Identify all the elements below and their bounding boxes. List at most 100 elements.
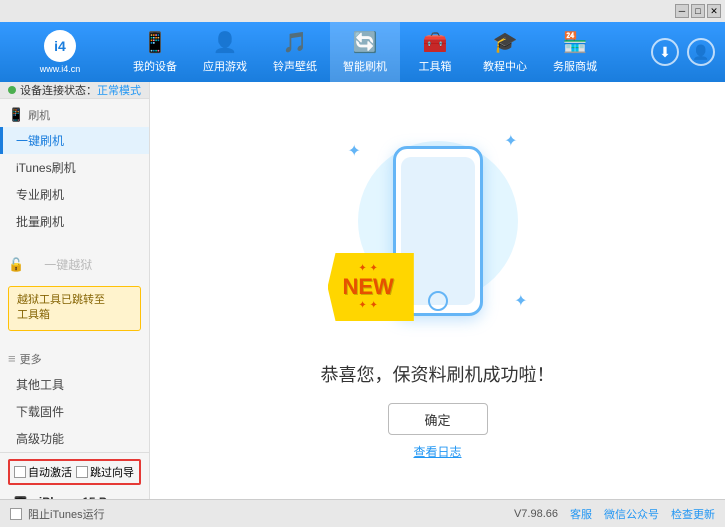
sidebar-one-key-flash[interactable]: 一键刷机 [0,127,149,154]
titlebar-maximize[interactable]: □ [691,4,705,18]
status-indicator [8,86,16,94]
titlebar-close[interactable]: ✕ [707,4,721,18]
download-button[interactable]: ⬇ [651,38,679,66]
guided-restore-label: 跳过向导 [90,464,134,480]
sidebar-pro-flash[interactable]: 专业刷机 [0,181,149,208]
toolbox-icon: 🧰 [423,30,448,55]
log-link[interactable]: 查看日志 [413,443,461,460]
download-firmware-label: 下载固件 [16,403,64,420]
itunes-flash-label: iTunes刷机 [16,159,76,176]
titlebar: ─ □ ✕ [0,0,725,22]
nav-service[interactable]: 🏪 务服商城 [540,22,610,82]
auto-activate-checkbox-item[interactable]: 自动激活 [14,464,72,480]
ribbon-stars-top: ✦ ✦ [358,263,378,274]
jailbreak-section: 🔓 一键越狱 越狱工具已跳转至工具箱 [0,247,149,335]
batch-flash-label: 批量刷机 [16,213,64,230]
statusbar-right: V7.98.66 客服 微信公众号 检查更新 [514,506,715,522]
nav-my-device[interactable]: 📱 我的设备 [120,22,190,82]
wechat-link[interactable]: 微信公众号 [604,506,659,522]
sidebar-other-tools[interactable]: 其他工具 [0,371,149,398]
logo-area: i4 www.i4.cn [0,22,120,82]
new-ribbon: ✦ ✦ NEW ✦ ✦ [328,253,414,321]
service-icon: 🏪 [563,30,588,55]
ribbon-stars-bottom: ✦ ✦ [358,300,378,311]
nav-smart-flash[interactable]: 🔄 智能刷机 [330,22,400,82]
jailbreak-label: 一键越狱 [28,251,108,278]
phone-home-button [428,291,448,311]
check-update-link[interactable]: 检查更新 [671,506,715,522]
advanced-label: 高级功能 [16,430,64,447]
sidebar-download-firmware[interactable]: 下载固件 [0,398,149,425]
jailbreak-warning: 越狱工具已跳转至工具箱 [8,286,141,331]
logo-website: www.i4.cn [40,64,81,74]
logo-icon: i4 [44,30,76,62]
tutorial-icon: 🎓 [493,30,518,55]
success-message: 恭喜您，保资料刷机成功啦！ [321,361,555,387]
more-section: ≡ 更多 其他工具 下载固件 高级功能 [0,347,149,452]
content-area: ✦ ✦ NEW ✦ ✦ ✦ ✦ ✦ 恭喜您，保资料刷机成功啦！ 确定 查看日志 [150,82,725,499]
auto-activate-label: 自动激活 [28,464,72,480]
device-details: iPhone 15 Pro Max 512GB iPhone [39,495,141,499]
customer-service-link[interactable]: 客服 [570,506,592,522]
success-illustration: ✦ ✦ NEW ✦ ✦ ✦ ✦ ✦ [338,121,538,341]
sidebar-itunes-flash[interactable]: iTunes刷机 [0,154,149,181]
confirm-button[interactable]: 确定 [388,403,488,435]
ringtones-icon: 🎵 [283,30,308,55]
flash-section-icon: 📱 [8,107,24,123]
nav-ringtones-label: 铃声壁纸 [273,58,317,74]
sidebar-status: 设备连接状态： 正常模式 [0,82,149,99]
nav-tutorial-label: 教程中心 [483,58,527,74]
sidebar-advanced[interactable]: 高级功能 [0,425,149,452]
other-tools-label: 其他工具 [16,376,64,393]
sparkle-2: ✦ [504,131,517,151]
jailbreak-icon: 🔓 [8,257,24,273]
nav-service-label: 务服商城 [553,58,597,74]
guided-restore-checkbox[interactable] [76,466,88,478]
sidebar-batch-flash[interactable]: 批量刷机 [0,208,149,235]
no-itunes-label: 阻止iTunes运行 [28,506,105,522]
main-layout: 设备连接状态： 正常模式 📱 刷机 一键刷机 iTunes刷机 专业刷机 批量刷… [0,82,725,499]
device-info: 📱 iPhone 15 Pro Max 512GB iPhone [8,491,141,499]
nav-my-device-label: 我的设备 [133,58,177,74]
sparkle-3: ✦ [514,291,527,311]
pro-flash-label: 专业刷机 [16,186,64,203]
nav-apps-games-label: 应用游戏 [203,58,247,74]
nav-right: ⬇ 👤 [651,38,725,66]
my-device-icon: 📱 [143,30,168,55]
ribbon-text: NEW [343,274,394,300]
jailbreak-section-header: 🔓 一键越狱 [0,247,149,282]
device-name: iPhone 15 Pro Max [39,495,141,499]
nav-tutorial[interactable]: 🎓 教程中心 [470,22,540,82]
sidebar: 设备连接状态： 正常模式 📱 刷机 一键刷机 iTunes刷机 专业刷机 批量刷… [0,82,150,499]
header: i4 www.i4.cn 📱 我的设备 👤 应用游戏 🎵 铃声壁纸 🔄 智能刷机… [0,22,725,82]
statusbar-left: 阻止iTunes运行 [10,506,105,522]
more-icon: ≡ [8,351,16,366]
nav-toolbox[interactable]: 🧰 工具箱 [400,22,470,82]
status-mode: 正常模式 [97,82,141,98]
nav-apps-games[interactable]: 👤 应用游戏 [190,22,260,82]
flash-section: 📱 刷机 一键刷机 iTunes刷机 专业刷机 批量刷机 [0,103,149,235]
device-area: 自动激活 跳过向导 📱 iPhone 15 Pro Max 512GB iPho… [0,452,149,499]
device-phone-icon: 📱 [8,495,33,499]
account-button[interactable]: 👤 [687,38,715,66]
nav-items: 📱 我的设备 👤 应用游戏 🎵 铃声壁纸 🔄 智能刷机 🧰 工具箱 🎓 教程中心… [120,22,651,82]
nav-ringtones[interactable]: 🎵 铃声壁纸 [260,22,330,82]
more-section-header: ≡ 更多 [0,347,149,371]
titlebar-minimize[interactable]: ─ [675,4,689,18]
apps-games-icon: 👤 [213,30,238,55]
more-section-label: 更多 [20,351,42,367]
auto-controls: 自动激活 跳过向导 [8,459,141,485]
no-itunes-checkbox[interactable] [10,508,22,520]
one-key-flash-label: 一键刷机 [16,132,64,149]
flash-section-header: 📱 刷机 [0,103,149,127]
sparkle-1: ✦ [348,141,361,161]
nav-smart-flash-label: 智能刷机 [343,58,387,74]
auto-activate-checkbox[interactable] [14,466,26,478]
statusbar: 阻止iTunes运行 V7.98.66 客服 微信公众号 检查更新 [0,499,725,527]
nav-toolbox-label: 工具箱 [419,58,452,74]
version-label: V7.98.66 [514,508,558,520]
flash-section-label: 刷机 [28,107,50,123]
jailbreak-warning-text: 越狱工具已跳转至工具箱 [17,294,105,321]
guided-restore-checkbox-item[interactable]: 跳过向导 [76,464,134,480]
smart-flash-icon: 🔄 [353,30,378,55]
